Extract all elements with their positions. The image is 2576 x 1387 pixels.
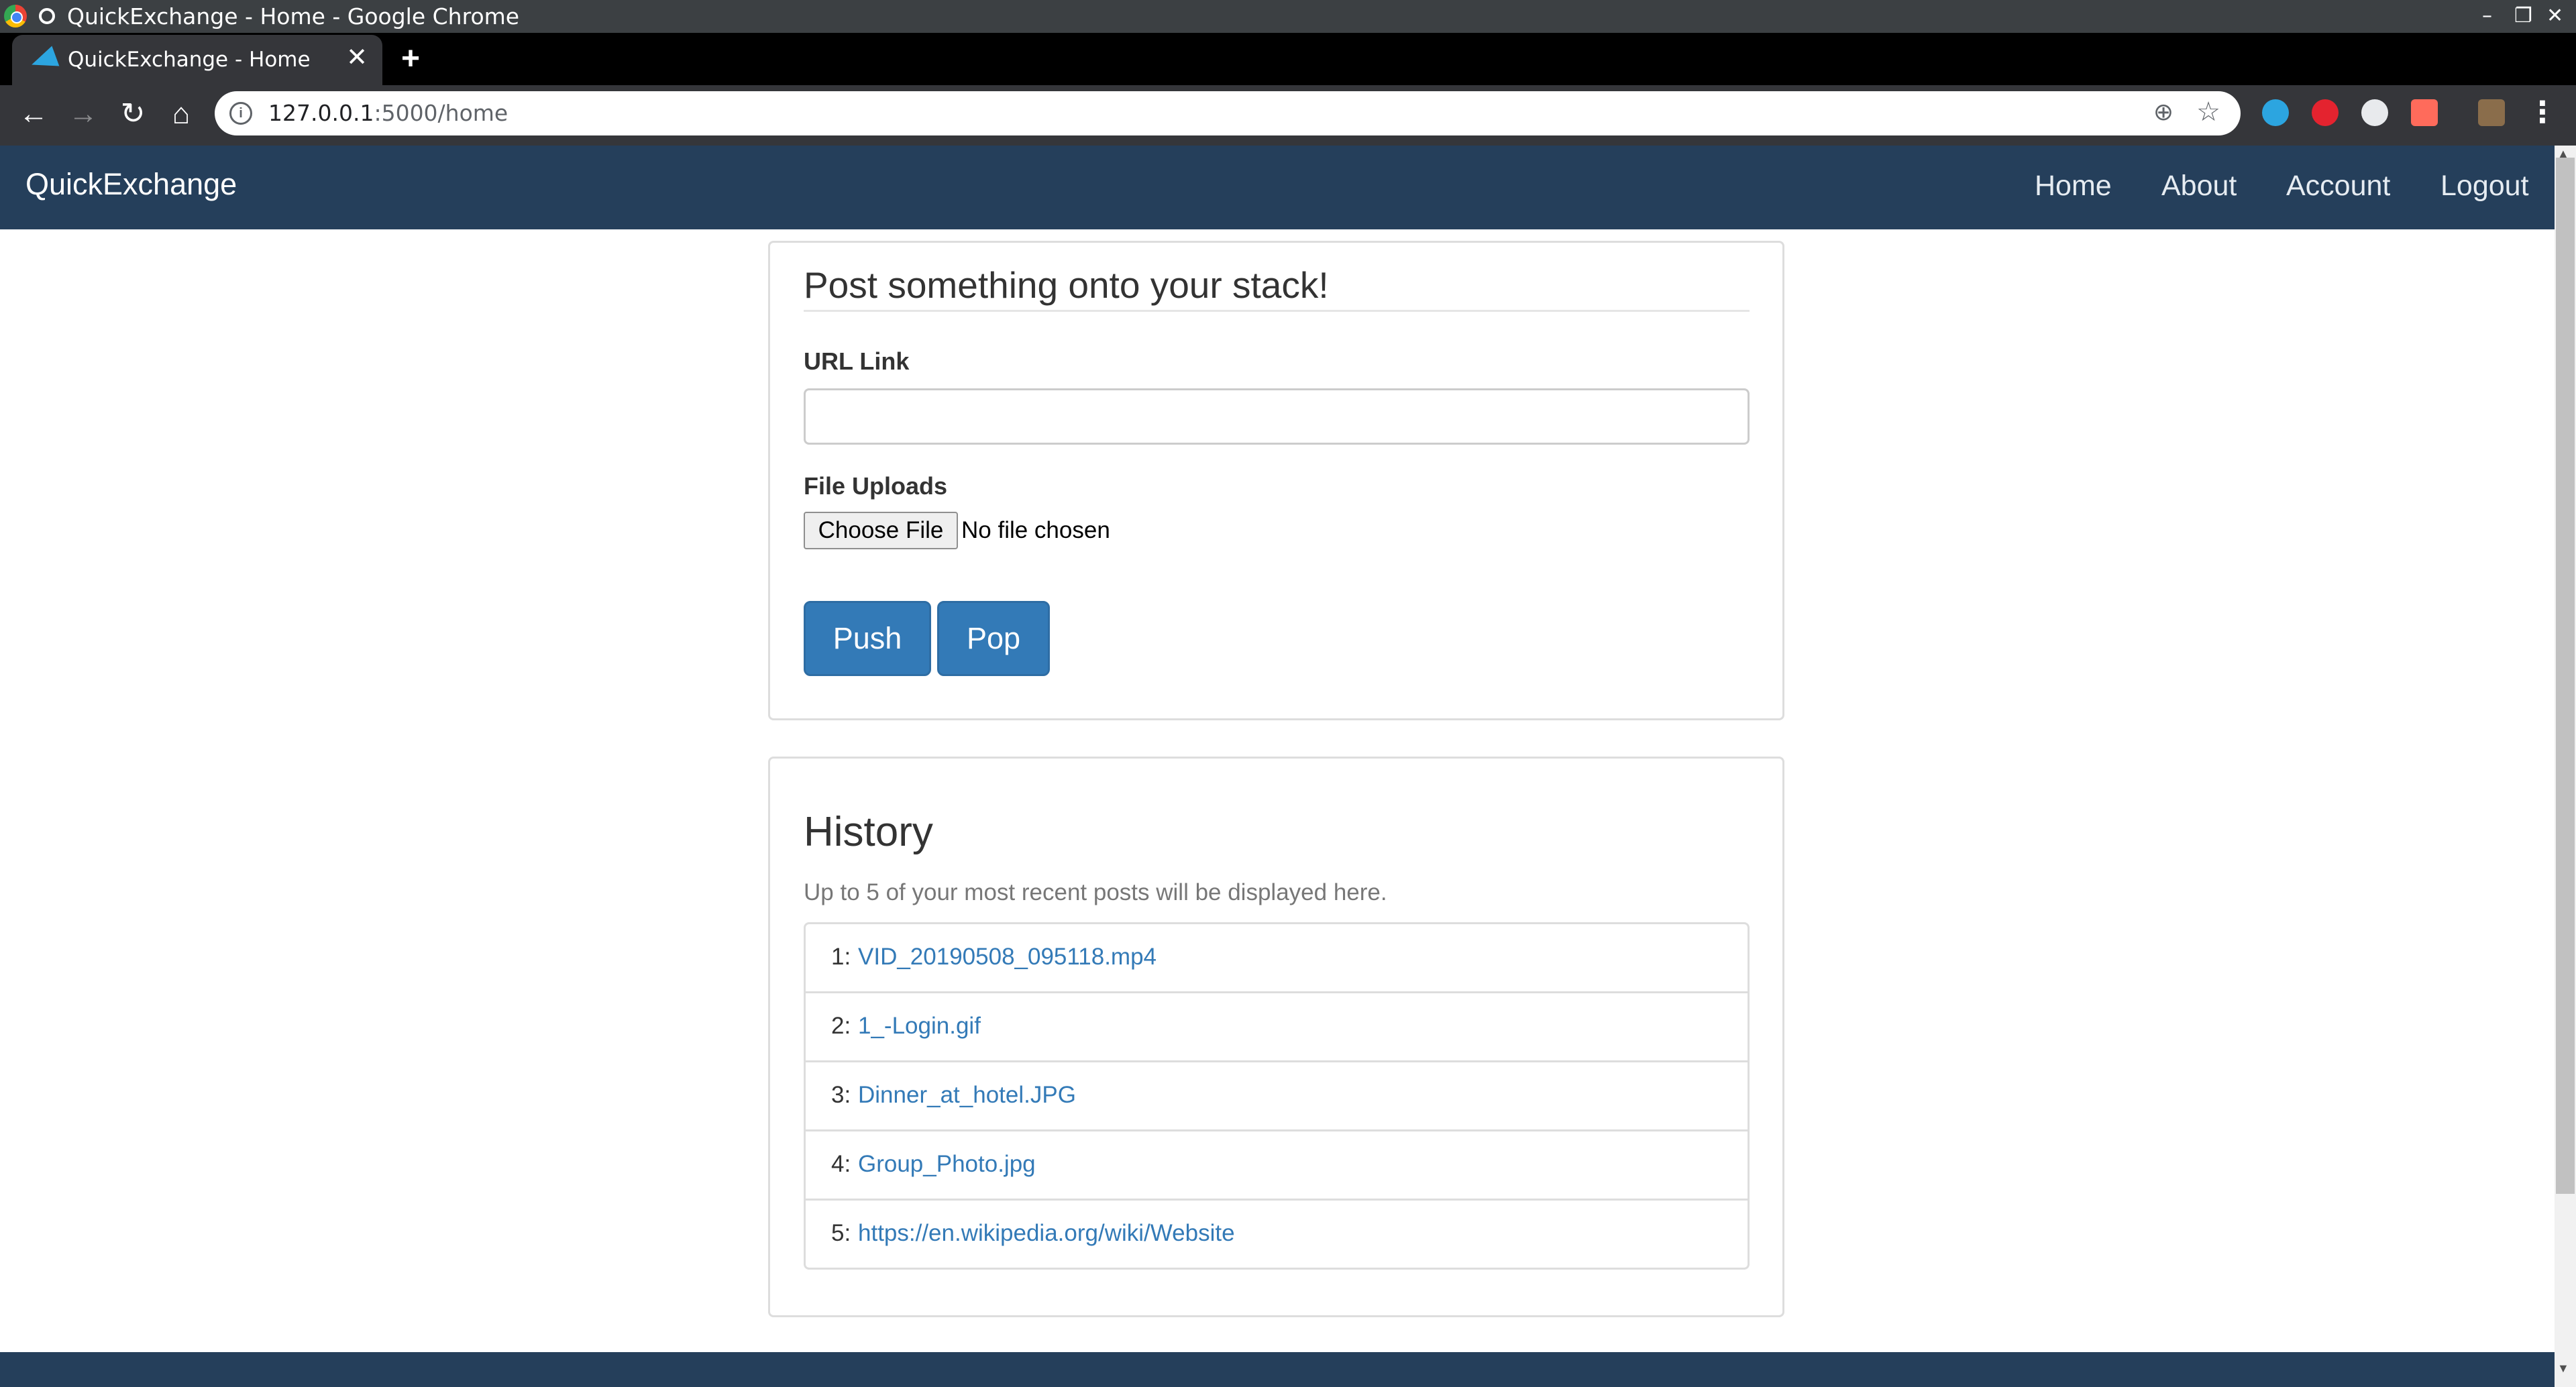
close-tab-icon[interactable]: ✕ — [346, 44, 368, 71]
maximize-button[interactable]: ❐ — [2514, 3, 2532, 30]
nav-link-home[interactable]: Home — [2035, 166, 2112, 206]
brand-link[interactable]: QuickExchange — [25, 164, 237, 205]
scroll-down-arrow-icon[interactable]: ▼ — [2557, 1362, 2569, 1376]
zoom-icon[interactable]: ⊕ — [2153, 98, 2174, 126]
history-item-2: 2: 1_-Login.gif — [806, 993, 1748, 1062]
tab-label: QuickExchange - Home — [68, 48, 311, 72]
telegram-favicon-icon — [28, 46, 60, 75]
history-item-number: 1: — [831, 944, 851, 970]
history-item-link[interactable]: https://en.wikipedia.org/wiki/Website — [858, 1217, 1235, 1250]
tab-quickexchange-home[interactable]: QuickExchange - Home ✕ — [12, 35, 382, 85]
history-panel: History Up to 5 of your most recent post… — [768, 757, 1784, 1317]
file-status-text: No file chosen — [961, 517, 1110, 543]
post-form-panel: Post something onto your stack! URL Link… — [768, 241, 1784, 720]
history-item-link[interactable]: Dinner_at_hotel.JPG — [858, 1078, 1076, 1112]
file-uploads-label: File Uploads — [804, 472, 948, 500]
redirect-extension-icon[interactable] — [2411, 99, 2438, 126]
telegram-extension-icon[interactable] — [2262, 99, 2289, 126]
history-item-3: 3: Dinner_at_hotel.JPG — [806, 1062, 1748, 1131]
legend-divider — [804, 310, 1750, 312]
url-text[interactable]: 127.0.0.1:5000/home — [268, 99, 508, 128]
history-item-number: 4: — [831, 1151, 851, 1177]
history-title: History — [804, 809, 933, 855]
history-item-5: 5: https://en.wikipedia.org/wiki/Website — [806, 1201, 1748, 1268]
pop-button[interactable]: Pop — [937, 601, 1050, 676]
history-item-link[interactable]: Group_Photo.jpg — [858, 1148, 1036, 1181]
chrome-menu-icon[interactable]: ⋮ — [2528, 94, 2557, 131]
url-link-input[interactable] — [804, 388, 1750, 445]
forward-arrow-icon[interactable]: → — [63, 94, 103, 134]
post-form-legend: Post something onto your stack! — [804, 264, 1329, 306]
history-description: Up to 5 of your most recent posts will b… — [804, 879, 1387, 905]
url-host: 127.0.0.1 — [268, 100, 374, 126]
home-icon[interactable]: ⌂ — [161, 94, 201, 134]
reload-icon[interactable]: ↻ — [113, 94, 153, 134]
new-tab-button[interactable]: + — [401, 40, 420, 78]
google-extension-icon[interactable] — [2361, 99, 2388, 126]
push-button[interactable]: Push — [804, 601, 931, 676]
window-menu-icon[interactable] — [39, 8, 55, 24]
history-list: 1: VID_20190508_095118.mp4 2: 1_-Login.g… — [804, 922, 1750, 1270]
site-footer — [0, 1352, 2555, 1387]
bookmark-star-icon[interactable]: ☆ — [2196, 97, 2220, 127]
history-item-link[interactable]: VID_20190508_095118.mp4 — [858, 940, 1157, 974]
history-item-number: 3: — [831, 1082, 851, 1108]
tab-strip — [0, 33, 2576, 85]
scroll-up-arrow-icon[interactable]: ▲ — [2557, 147, 2569, 161]
minimize-button[interactable]: – — [2482, 3, 2492, 30]
choose-file-button[interactable]: Choose File — [804, 512, 958, 549]
history-item-number: 5: — [831, 1220, 851, 1246]
scrollbar-thumb[interactable] — [2556, 158, 2575, 1194]
site-info-icon[interactable]: i — [229, 102, 252, 125]
nav-link-logout[interactable]: Logout — [2440, 166, 2529, 206]
adblock-extension-icon[interactable] — [2312, 99, 2339, 126]
address-bar[interactable]: i 127.0.0.1:5000/home ⊕ ☆ — [215, 91, 2241, 135]
window-title: QuickExchange - Home - Google Chrome — [67, 3, 520, 30]
close-window-button[interactable]: ✕ — [2546, 3, 2563, 30]
history-item-1: 1: VID_20190508_095118.mp4 — [806, 924, 1748, 993]
history-item-number: 2: — [831, 1013, 851, 1039]
chrome-logo-icon — [4, 5, 27, 27]
site-navbar: QuickExchange Home About Account Logout — [0, 146, 2555, 229]
history-item-link[interactable]: 1_-Login.gif — [858, 1009, 981, 1043]
window-title-bar: QuickExchange - Home - Google Chrome – ❐… — [0, 0, 2576, 33]
profile-avatar[interactable] — [2478, 99, 2505, 126]
history-item-4: 4: Group_Photo.jpg — [806, 1131, 1748, 1201]
nav-link-account[interactable]: Account — [2286, 166, 2390, 206]
url-link-label: URL Link — [804, 347, 910, 375]
back-arrow-icon[interactable]: ← — [13, 94, 54, 134]
nav-link-about[interactable]: About — [2161, 166, 2237, 206]
url-path: :5000/home — [374, 100, 508, 126]
